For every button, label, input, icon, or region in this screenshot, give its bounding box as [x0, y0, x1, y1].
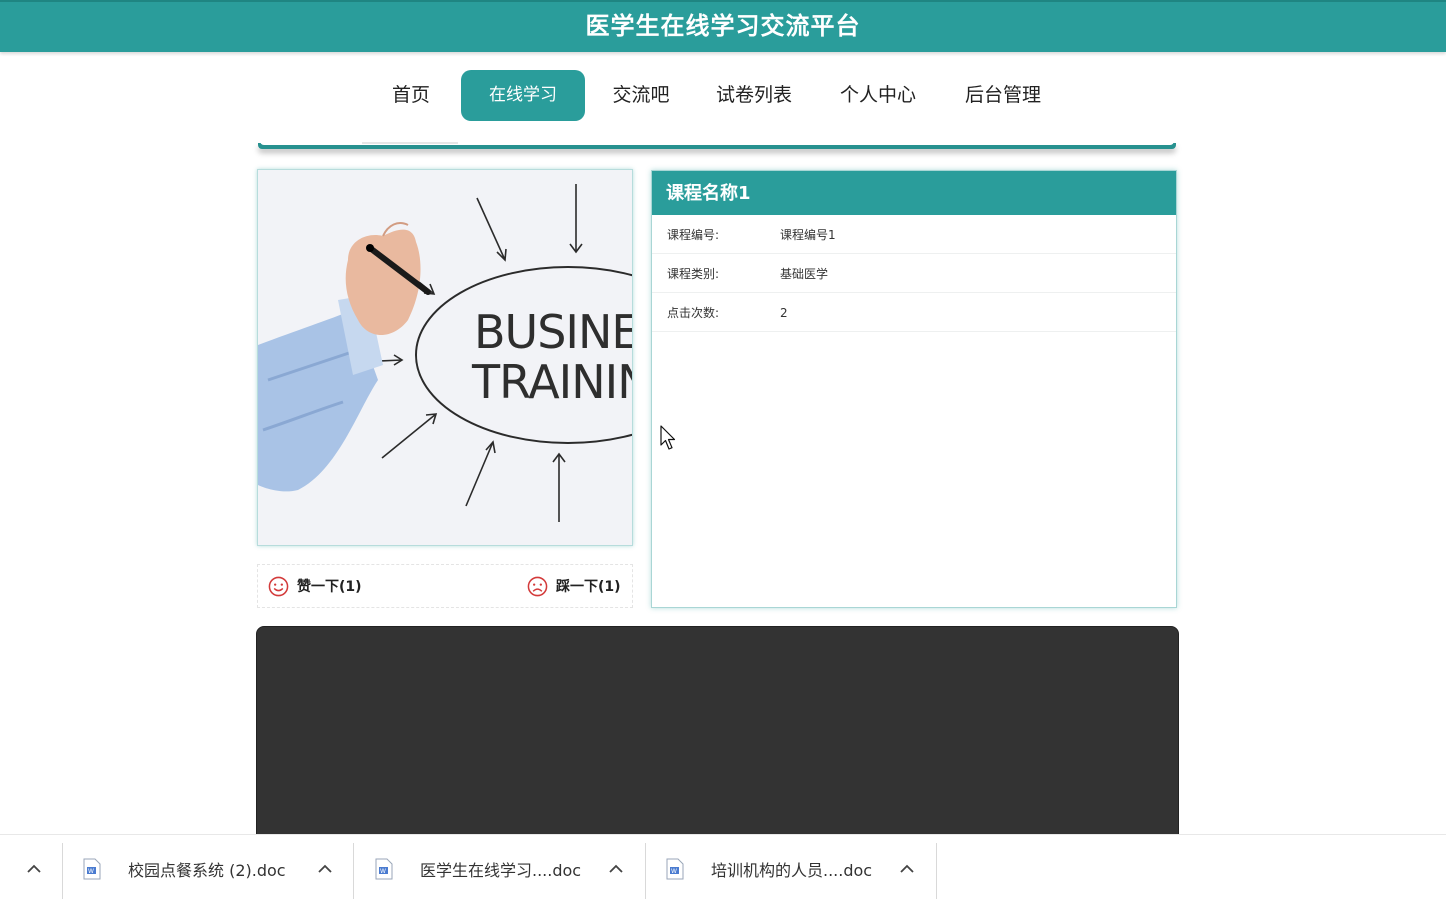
info-row-category: 课程类别: 基础医学 [652, 254, 1176, 293]
chevron-up-icon[interactable] [20, 855, 48, 883]
info-row-course-id: 课程编号: 课程编号1 [652, 215, 1176, 254]
site-header: 医学生在线学习交流平台 [0, 0, 1446, 52]
nav-personal-center[interactable]: 个人中心 [830, 70, 926, 121]
download-filename: 校园点餐系统 (2).doc [128, 861, 286, 880]
chevron-up-icon[interactable] [311, 855, 339, 883]
vote-bar: 赞一下(1) 踩一下(1) [257, 564, 633, 608]
like-label: 赞一下(1) [297, 579, 362, 595]
chevron-up-icon[interactable] [893, 855, 921, 883]
info-value: 课程编号1 [780, 228, 836, 242]
dislike-button[interactable]: 踩一下(1) [527, 565, 621, 607]
nav-forum[interactable]: 交流吧 [603, 70, 679, 121]
chevron-up-icon[interactable] [602, 855, 630, 883]
dislike-label: 踩一下(1) [556, 579, 621, 595]
frown-icon [527, 576, 548, 596]
download-bar: W 校园点餐系统 (2).doc W 医学生在线学习....doc W 培训机构… [0, 834, 1446, 905]
nav-online-learning[interactable]: 在线学习 [461, 70, 585, 121]
image-text-line2: TRAINING [471, 355, 632, 409]
course-image: BUSINESS TRAINING [257, 169, 633, 546]
nav-admin[interactable]: 后台管理 [955, 70, 1051, 121]
info-row-clicks: 点击次数: 2 [652, 293, 1176, 332]
course-name: 课程名称1 [652, 171, 1176, 215]
main-nav: 首页 在线学习 交流吧 试卷列表 个人中心 后台管理 [0, 70, 1446, 122]
mouse-cursor-icon [660, 425, 676, 450]
word-file-icon: W [666, 858, 684, 880]
like-button[interactable]: 赞一下(1) [268, 565, 362, 607]
image-text-line1: BUSINESS [474, 305, 632, 359]
info-value: 2 [780, 306, 788, 320]
svg-text:W: W [380, 868, 386, 875]
svg-text:W: W [88, 868, 94, 875]
site-title: 医学生在线学习交流平台 [585, 12, 861, 40]
divider [936, 843, 937, 899]
course-info-card: 课程名称1 课程编号: 课程编号1 课程类别: 基础医学 点击次数: 2 [651, 170, 1177, 608]
download-item[interactable]: W 培训机构的人员....doc [666, 849, 872, 889]
info-value: 基础医学 [780, 267, 829, 281]
info-key: 课程类别: [667, 267, 720, 281]
divider [645, 843, 646, 899]
smile-icon [268, 576, 289, 596]
download-filename: 培训机构的人员....doc [711, 861, 873, 880]
nav-exam-list[interactable]: 试卷列表 [706, 70, 802, 121]
video-player[interactable] [256, 626, 1179, 843]
word-file-icon: W [375, 858, 393, 880]
info-key: 点击次数: [667, 306, 720, 320]
divider [353, 843, 354, 899]
download-item[interactable]: W 校园点餐系统 (2).doc [83, 849, 286, 889]
word-file-icon: W [83, 858, 101, 880]
divider [62, 843, 63, 899]
nav-home[interactable]: 首页 [379, 70, 443, 121]
svg-text:W: W [671, 868, 677, 875]
download-filename: 医学生在线学习....doc [420, 861, 582, 880]
info-key: 课程编号: [667, 228, 720, 242]
section-divider [258, 141, 1176, 149]
download-item[interactable]: W 医学生在线学习....doc [375, 849, 581, 889]
